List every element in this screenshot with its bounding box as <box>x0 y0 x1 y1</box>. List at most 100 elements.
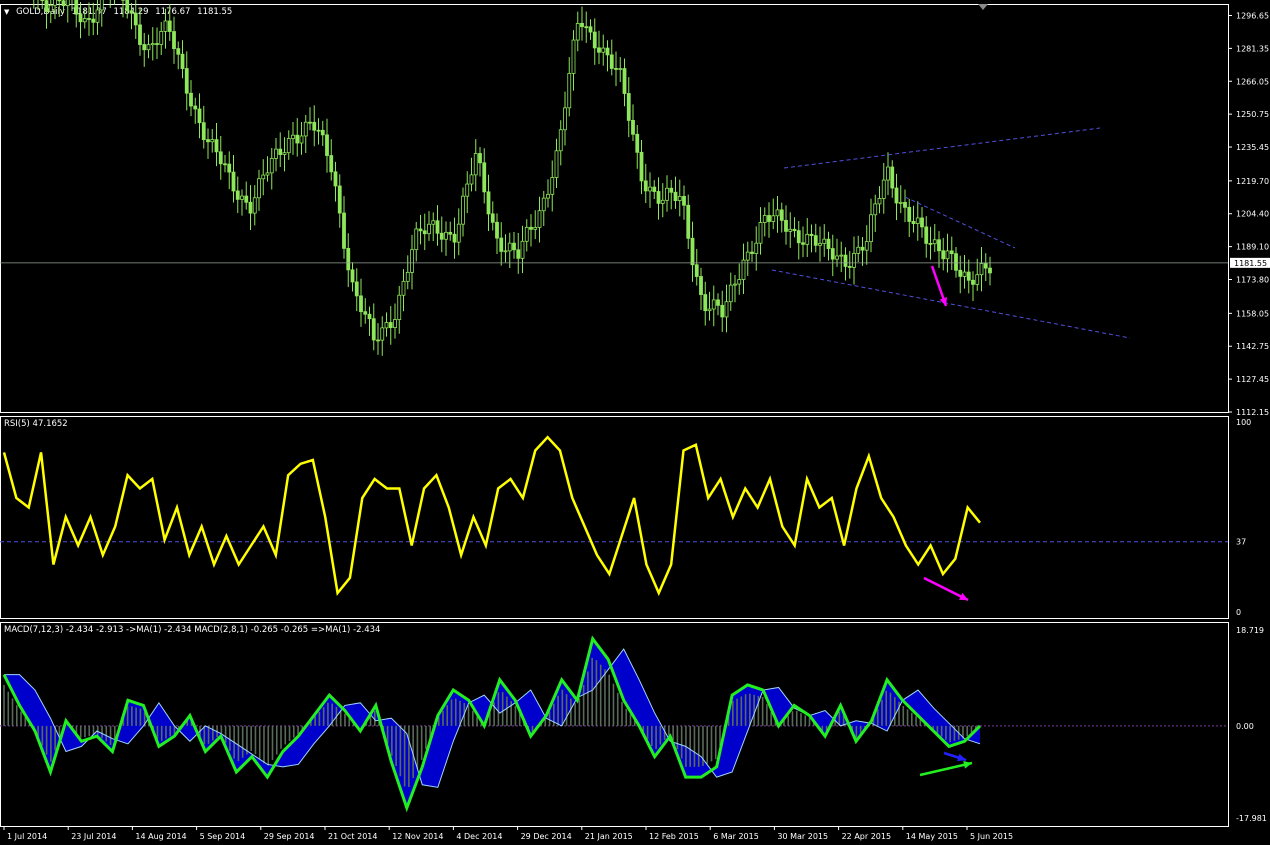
current-price-badge: 1181.55 <box>1230 257 1270 268</box>
scroll-marker-icon <box>978 4 988 10</box>
macd-tick-label: -17.981 <box>1236 814 1267 823</box>
price-candle <box>78 2 83 39</box>
candle-body <box>439 232 444 240</box>
candle-body <box>873 203 878 216</box>
candle-body <box>53 0 57 6</box>
price-candle <box>988 256 992 286</box>
price-candle <box>966 259 971 294</box>
candle-body <box>728 284 733 303</box>
price-candle <box>469 157 474 192</box>
price-candle <box>920 207 924 238</box>
candle-body <box>461 195 465 225</box>
price-tick-label: 1158.05 <box>1236 309 1269 318</box>
candle-body <box>74 0 79 15</box>
price-candle <box>801 226 805 258</box>
trading-chart[interactable]: 1296.65 1281.35 1266.05 1250.75 1235.45 1219.… <box>0 0 1270 845</box>
price-candle <box>299 121 304 155</box>
price-candle <box>129 3 134 30</box>
candle-body <box>388 322 393 329</box>
candle-body <box>490 213 495 223</box>
price-candle <box>745 241 750 276</box>
candle-body <box>988 267 992 274</box>
candle-body <box>48 4 53 13</box>
price-candle <box>189 80 193 117</box>
candle-body <box>737 279 742 285</box>
price-candle <box>690 221 695 282</box>
price-candle <box>422 213 427 251</box>
candle-body <box>588 26 593 33</box>
price-candle <box>465 171 470 214</box>
candle-body <box>792 228 797 232</box>
price-candle <box>558 120 563 166</box>
price-candle <box>393 303 397 339</box>
price-candle <box>146 34 151 59</box>
candle-body <box>261 174 266 180</box>
candle-body <box>214 139 219 153</box>
rsi-line <box>2 435 981 597</box>
candle-body <box>911 221 916 224</box>
price-candle <box>410 234 414 290</box>
candle-body <box>669 187 674 193</box>
pane-frame-0 <box>0 4 1229 413</box>
candle-body <box>367 313 372 320</box>
price-candle <box>711 285 716 327</box>
candle-body <box>274 148 278 159</box>
candle-body <box>890 166 895 189</box>
price-candle <box>61 0 66 14</box>
date-label: 23 Jul 2014 <box>71 832 116 841</box>
price-candle <box>949 236 954 270</box>
price-candle <box>414 221 419 262</box>
price-candle <box>244 181 249 210</box>
candle-body <box>512 242 516 251</box>
candle-body <box>431 220 436 225</box>
price-arrow <box>930 265 948 307</box>
price-candle <box>877 186 882 214</box>
candle-body <box>894 187 899 204</box>
price-candle <box>873 194 878 232</box>
candle-body <box>716 299 720 306</box>
candle-body <box>660 199 665 204</box>
price-candle <box>677 179 682 217</box>
price-candle <box>53 0 57 20</box>
date-label: 14 May 2015 <box>906 832 958 841</box>
candle-body <box>452 233 457 243</box>
candle-body <box>248 201 253 214</box>
candle-body <box>584 26 589 29</box>
price-candle <box>520 225 525 274</box>
price-candle <box>609 39 614 76</box>
price-candle <box>563 91 567 146</box>
candle-body <box>541 197 546 212</box>
price-candle <box>754 226 759 271</box>
candle-body <box>150 43 155 46</box>
candle-body <box>839 254 844 257</box>
candle-body <box>852 253 856 268</box>
price-candle <box>109 0 111 8</box>
price-candle <box>605 40 610 72</box>
candle-body <box>597 47 601 53</box>
candle-body <box>201 122 206 140</box>
candle-body <box>405 271 410 282</box>
date-label: 14 Aug 2014 <box>135 832 186 841</box>
price-candle <box>546 179 550 208</box>
price-candle <box>762 207 767 237</box>
candle-body <box>227 163 232 173</box>
candle-body <box>775 209 780 217</box>
price-candle <box>792 217 797 238</box>
candle-body <box>975 274 980 285</box>
price-candle <box>71 0 73 12</box>
price-candle <box>864 225 869 265</box>
price-candle <box>886 152 890 196</box>
candle-body <box>210 139 215 143</box>
candle-body <box>554 150 559 178</box>
price-candle <box>65 0 70 23</box>
candle-body <box>218 151 223 165</box>
price-candle <box>903 189 907 223</box>
candle-body <box>533 227 538 230</box>
candle-body <box>184 68 189 94</box>
price-candle <box>87 2 91 36</box>
candle-body <box>91 18 96 23</box>
price-candle <box>584 11 589 43</box>
candle-body <box>57 0 62 2</box>
candle-body <box>482 162 487 193</box>
price-candle <box>958 255 963 294</box>
